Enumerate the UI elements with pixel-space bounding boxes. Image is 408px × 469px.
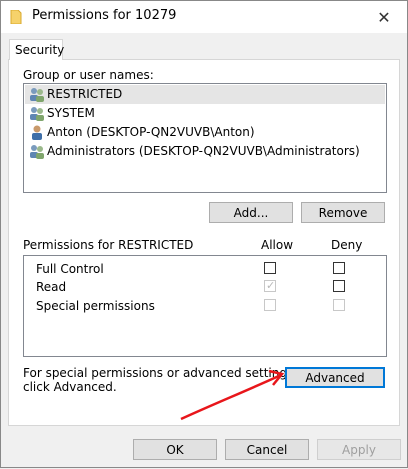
tab-label: Security xyxy=(15,43,65,57)
apply-button[interactable]: Apply xyxy=(317,439,401,460)
tab-security[interactable]: Security xyxy=(9,39,65,60)
ok-button[interactable]: OK xyxy=(133,439,217,460)
cancel-button[interactable]: Cancel xyxy=(225,439,309,460)
red-arrow-annotation xyxy=(180,369,285,421)
permissions-dialog: Permissions for 10279 ✕ Security Group o… xyxy=(0,0,408,468)
